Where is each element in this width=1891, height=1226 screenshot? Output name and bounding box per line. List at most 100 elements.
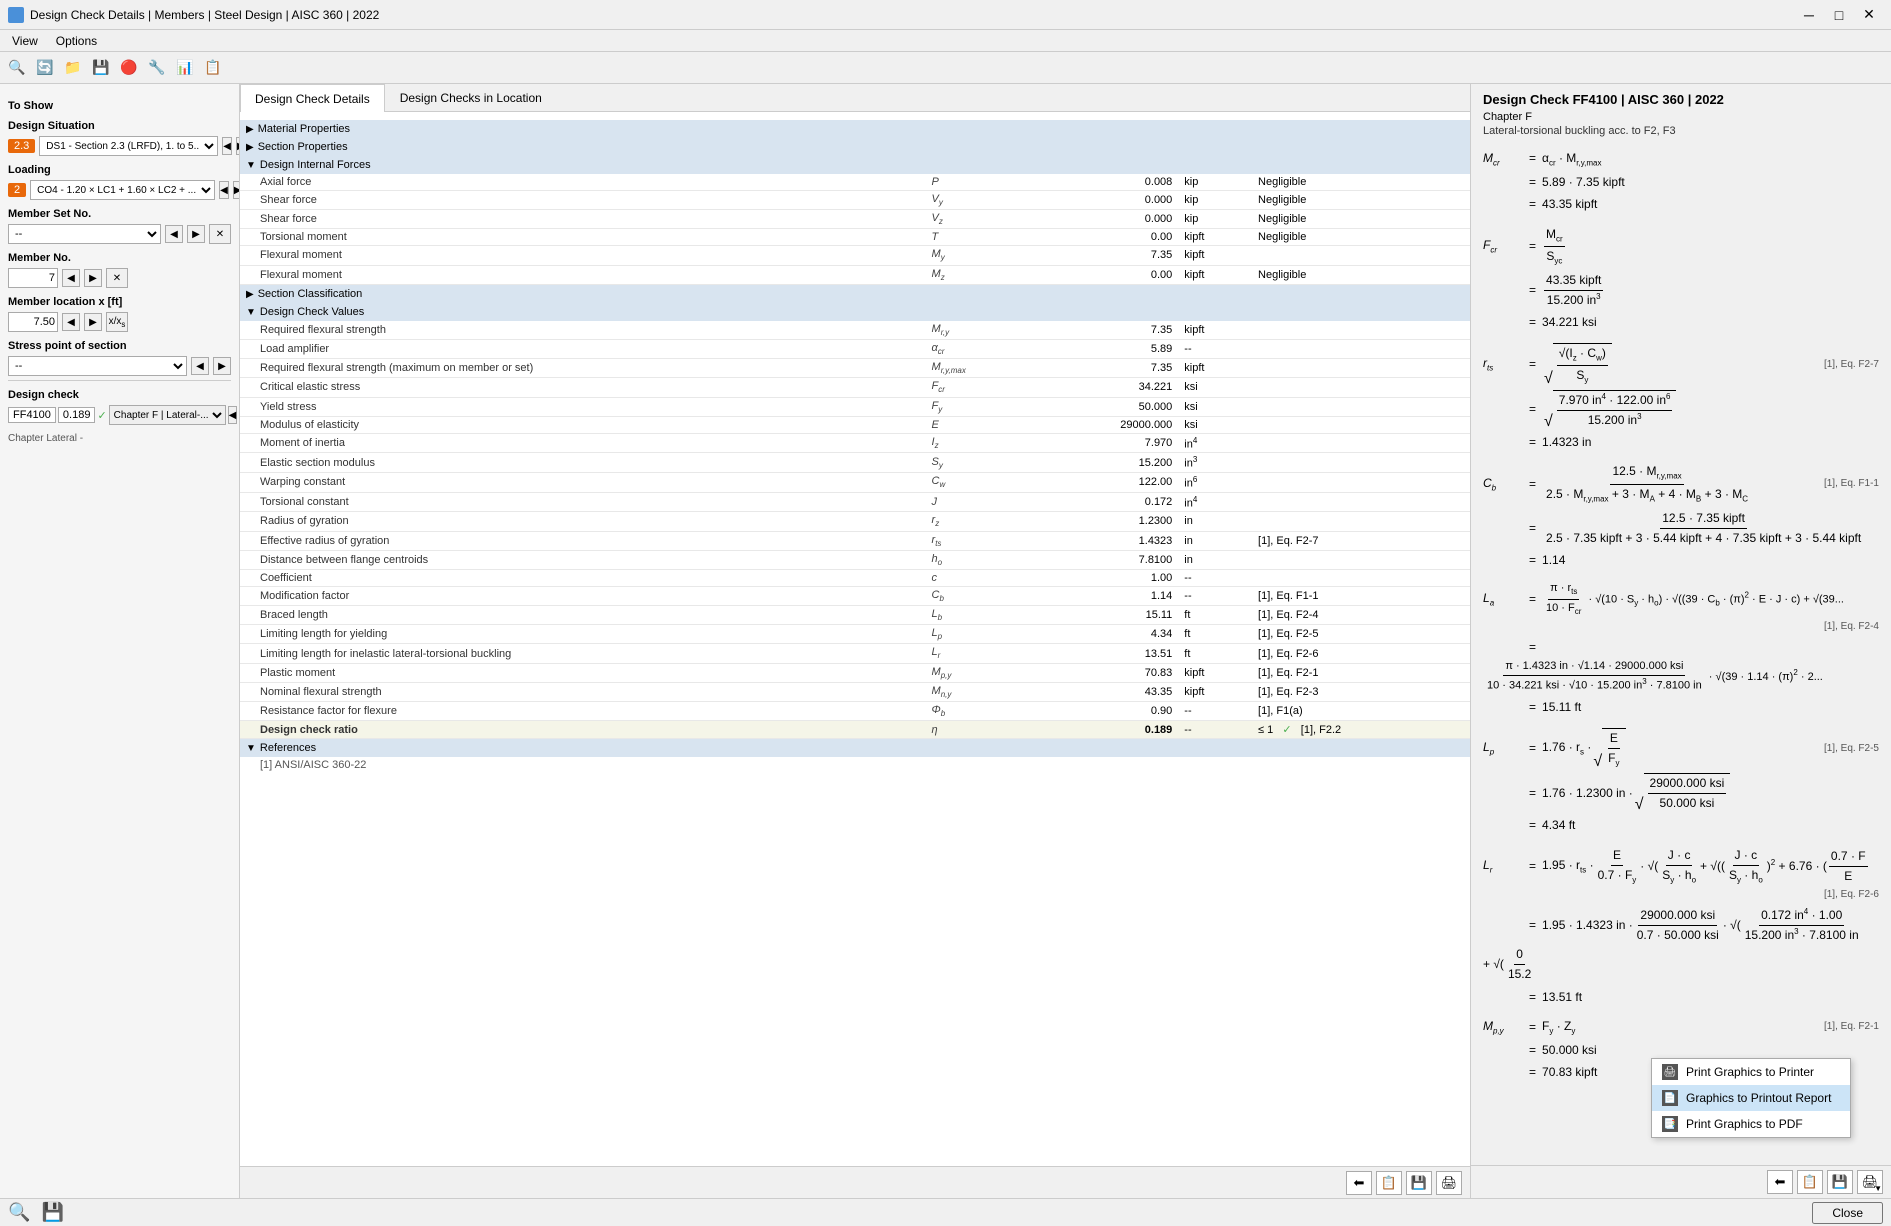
right-panel-container: Design Check FF4100 | AISC 360 | 2022 Ch… (1471, 84, 1891, 1198)
design-check-label: Design check (8, 389, 231, 401)
toolbar-btn-2[interactable]: 🔄 (32, 56, 58, 80)
loading-badge: 2 (8, 183, 26, 197)
toolbar-btn-6[interactable]: 🔧 (144, 56, 170, 80)
member-set-clear[interactable]: ✕ (209, 224, 231, 244)
force-axial: Axial force P 0.008 kip Negligible (240, 174, 1470, 191)
toolbar-btn-8[interactable]: 📋 (200, 56, 226, 80)
properties-table: ▶Material Properties ▶Section Properties… (240, 112, 1470, 773)
location-prev[interactable]: ◀ (62, 313, 80, 331)
graphics-printout-report[interactable]: 📄 Graphics to Printout Report (1652, 1085, 1850, 1111)
location-next[interactable]: ▶ (84, 313, 102, 331)
loading-select[interactable]: CO4 - 1.20 × LC1 + 1.60 × LC2 + ... (30, 180, 215, 200)
loading-label: Loading (8, 164, 231, 176)
chapter-lateral-label: Chapter Lateral - (8, 433, 231, 444)
print-graphics-pdf[interactable]: 📑 Print Graphics to PDF (1652, 1111, 1850, 1137)
cv-resistance-factor: Resistance factor for flexureΦb0.90--[1]… (240, 702, 1470, 721)
cv-nominal-flexural: Nominal flexural strengthMn,y43.35kipft[… (240, 682, 1470, 701)
print-graphics-pdf-label: Print Graphics to PDF (1686, 1117, 1803, 1131)
member-no-clear[interactable]: ✕ (106, 268, 128, 288)
member-no-input[interactable] (8, 268, 58, 288)
cv-effective-radius: Effective radius of gyrationrts1.4323in[… (240, 531, 1470, 550)
tab-design-checks-location[interactable]: Design Checks in Location (385, 84, 557, 111)
cv-limit-inelastic: Limiting length for inelastic lateral-to… (240, 644, 1470, 663)
formula-fcr: Fcr = Mcr Syc = 43.35 kipft 15.200 in3 (1483, 225, 1879, 333)
statusbar-left: 🔍 💾 (8, 1202, 64, 1223)
force-torsion: Torsional moment T 0.00 kipft Negligible (240, 229, 1470, 246)
center-icon-btn-2[interactable]: 📋 (1376, 1171, 1402, 1195)
cv-limit-yield: Limiting length for yieldingLp4.34ft[1],… (240, 625, 1470, 644)
design-situation-label: Design Situation (8, 120, 231, 132)
right-panel-toolbar: ⬅ 📋 💾 🖨 ▼ (1471, 1165, 1891, 1198)
stress-point-select[interactable]: -- (8, 356, 187, 376)
loading-prev[interactable]: ◀ (219, 181, 229, 199)
stress-prev[interactable]: ◀ (191, 357, 209, 375)
location-rel[interactable]: x/xs (106, 312, 128, 332)
force-shear-vy: Shear force Vy 0.000 kip Negligible (240, 191, 1470, 210)
member-location-label: Member location x [ft] (8, 296, 231, 308)
dc-chapter-select[interactable]: Chapter F | Lateral-... (109, 405, 226, 425)
context-menu: 🖨 Print Graphics to Printer 📄 Graphics t… (1651, 1058, 1851, 1138)
loading-next[interactable]: ▶ (233, 181, 240, 199)
section-references[interactable]: ▼References (240, 739, 1470, 758)
cv-modification: Modification factorCb1.14--[1], Eq. F1-1 (240, 586, 1470, 605)
toolbar-btn-7[interactable]: 📊 (172, 56, 198, 80)
cv-required-flexural-max: Required flexural strength (maximum on m… (240, 359, 1470, 378)
menu-options[interactable]: Options (48, 32, 105, 50)
member-no-next[interactable]: ▶ (84, 269, 102, 287)
design-check-ratio-row: Design check ratio η 0.189 -- ≤ 1 ✓ [1],… (240, 721, 1470, 739)
menubar: View Options (0, 30, 1891, 52)
minimize-button[interactable]: ─ (1795, 5, 1823, 25)
dc-prev[interactable]: ◀ (228, 406, 238, 424)
formula-chapter: Chapter F (1483, 111, 1879, 123)
member-location-input[interactable] (8, 312, 58, 332)
cv-flange-dist: Distance between flange centroidsho7.810… (240, 550, 1470, 569)
left-panel: To Show Design Situation 2.3 DS1 - Secti… (0, 84, 240, 1198)
content-area: ▶Material Properties ▶Section Properties… (240, 112, 1470, 1166)
print-graphics-printer[interactable]: 🖨 Print Graphics to Printer (1652, 1059, 1850, 1085)
member-set-prev[interactable]: ◀ (165, 225, 183, 243)
rp-btn-save[interactable]: 💾 (1827, 1170, 1853, 1194)
cv-radius-gyration: Radius of gyrationrz1.2300in (240, 512, 1470, 531)
section-section-properties[interactable]: ▶Section Properties (240, 138, 1470, 156)
center-icon-btn-1[interactable]: ⬅ (1346, 1171, 1372, 1195)
section-design-check-values[interactable]: ▼Design Check Values (240, 303, 1470, 321)
toolbar-btn-4[interactable]: 💾 (88, 56, 114, 80)
close-button-bottom[interactable]: Close (1812, 1202, 1883, 1224)
reference-1: [1] ANSI/AISC 360-22 (240, 757, 1470, 773)
center-icon-btn-4[interactable]: 🖨 (1436, 1171, 1462, 1195)
formula-mcr: Mcr = αcr · Mr,y,max = 5.89 · 7.35 kipft… (1483, 149, 1879, 215)
dc-ratio: 0.189 (58, 407, 96, 423)
member-no-label: Member No. (8, 252, 231, 264)
right-panel: Design Check FF4100 | AISC 360 | 2022 Ch… (1471, 84, 1891, 1165)
close-button[interactable]: ✕ (1855, 5, 1883, 25)
toolbar-btn-1[interactable]: 🔍 (4, 56, 30, 80)
center-icon-btn-3[interactable]: 💾 (1406, 1171, 1432, 1195)
cv-coefficient: Coefficientc1.00-- (240, 569, 1470, 586)
window-title: Design Check Details | Members | Steel D… (30, 8, 379, 22)
rp-btn-print[interactable]: 🖨 ▼ (1857, 1170, 1883, 1194)
rp-btn-back[interactable]: ⬅ (1767, 1170, 1793, 1194)
section-design-internal-forces[interactable]: ▼Design Internal Forces (240, 156, 1470, 174)
dc-id: FF4100 (8, 407, 56, 423)
titlebar: Design Check Details | Members | Steel D… (0, 0, 1891, 30)
toolbar-btn-3[interactable]: 📁 (60, 56, 86, 80)
section-material-properties[interactable]: ▶Material Properties (240, 120, 1470, 138)
tab-design-check-details[interactable]: Design Check Details (240, 84, 385, 112)
stress-next[interactable]: ▶ (213, 357, 231, 375)
rp-btn-copy[interactable]: 📋 (1797, 1170, 1823, 1194)
printout-icon: 📄 (1662, 1090, 1678, 1106)
center-bottom-bar: ⬅ 📋 💾 🖨 (240, 1166, 1470, 1198)
member-no-prev[interactable]: ◀ (62, 269, 80, 287)
toolbar-btn-5[interactable]: 🔴 (116, 56, 142, 80)
section-classification[interactable]: ▶Section Classification (240, 284, 1470, 303)
app-icon (8, 7, 24, 23)
menu-view[interactable]: View (4, 32, 46, 50)
toolbar: 🔍 🔄 📁 💾 🔴 🔧 📊 📋 (0, 52, 1891, 84)
maximize-button[interactable]: □ (1825, 5, 1853, 25)
member-set-next[interactable]: ▶ (187, 225, 205, 243)
ds-prev[interactable]: ◀ (222, 137, 232, 155)
member-set-select[interactable]: -- (8, 224, 161, 244)
ds-select[interactable]: DS1 - Section 2.3 (LRFD), 1. to 5.. (39, 136, 218, 156)
formula-rts: rts = √ √(Iz · Cw) Sy [1], Eq. F2-7 (1483, 343, 1879, 453)
cv-load-amplifier: Load amplifierαcr5.89-- (240, 339, 1470, 358)
